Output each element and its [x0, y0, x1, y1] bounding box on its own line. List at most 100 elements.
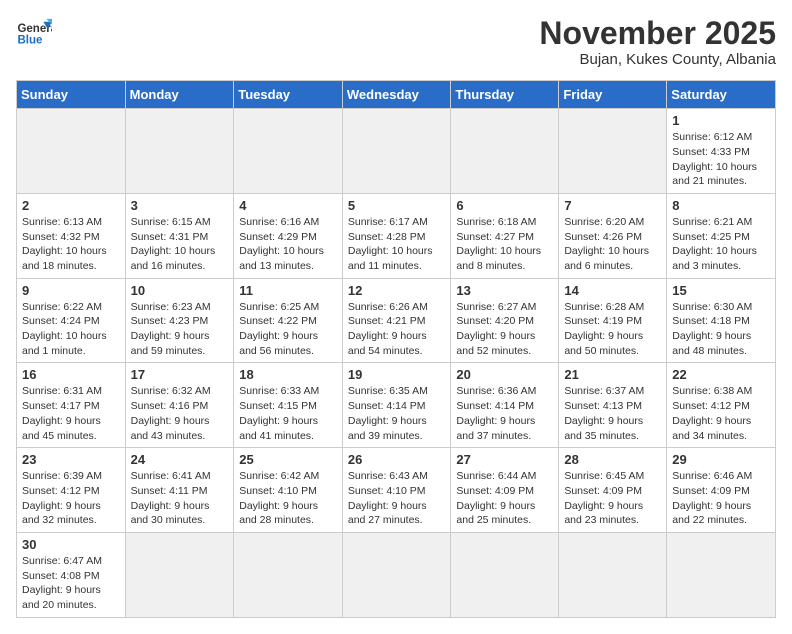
day-info: Sunrise: 6:26 AM Sunset: 4:21 PM Dayligh…	[348, 300, 446, 359]
calendar-cell: 25Sunrise: 6:42 AM Sunset: 4:10 PM Dayli…	[234, 448, 343, 533]
day-info: Sunrise: 6:36 AM Sunset: 4:14 PM Dayligh…	[456, 384, 553, 443]
calendar-table: SundayMondayTuesdayWednesdayThursdayFrid…	[16, 80, 776, 618]
calendar-cell	[125, 109, 234, 194]
day-info: Sunrise: 6:16 AM Sunset: 4:29 PM Dayligh…	[239, 215, 337, 274]
calendar-cell: 23 Sunrise: 6:39 AM Sunset: 4:12 PM Dayli…	[17, 448, 126, 533]
calendar-cell: 9 Sunrise: 6:22 AM Sunset: 4:24 PM Daylig…	[17, 278, 126, 363]
calendar-cell	[559, 532, 667, 617]
day-info: Sunrise: 6:25 AM Sunset: 4:22 PM Dayligh…	[239, 300, 337, 359]
calendar-cell: 24 Sunrise: 6:41 AM Sunset: 4:11 PM Dayli…	[125, 448, 234, 533]
calendar-cell: 29 Sunrise: 6:46 AM Sunset: 4:09 PM Dayli…	[667, 448, 776, 533]
day-info: Sunrise: 6:32 AM Sunset: 4:16 PM Dayligh…	[131, 384, 229, 443]
month-title: November 2025	[539, 16, 776, 51]
day-number: 16	[22, 367, 120, 382]
calendar-cell: 19 Sunrise: 6:35 AM Sunset: 4:14 PM Dayli…	[342, 363, 451, 448]
logo: General Blue	[16, 16, 52, 52]
calendar-week-row-5: 23 Sunrise: 6:39 AM Sunset: 4:12 PM Dayli…	[17, 448, 776, 533]
calendar-cell: 5 Sunrise: 6:17 AM Sunset: 4:28 PM Daylig…	[342, 193, 451, 278]
day-info: Sunrise: 6:47 AM Sunset: 4:08 PM Dayligh…	[22, 554, 120, 613]
day-info: Sunrise: 6:17 AM Sunset: 4:28 PM Dayligh…	[348, 215, 446, 274]
day-info: Sunrise: 6:43 AM Sunset: 4:10 PM Dayligh…	[348, 469, 446, 528]
calendar-week-row-2: 2 Sunrise: 6:13 AM Sunset: 4:32 PM Daylig…	[17, 193, 776, 278]
calendar-cell	[17, 109, 126, 194]
day-number: 9	[22, 283, 120, 298]
day-info: Sunrise: 6:12 AM Sunset: 4:33 PM Dayligh…	[672, 130, 770, 189]
calendar-cell: 17Sunrise: 6:32 AM Sunset: 4:16 PM Dayli…	[125, 363, 234, 448]
calendar-cell: 6Sunrise: 6:18 AM Sunset: 4:27 PM Daylig…	[451, 193, 559, 278]
calendar-cell: 22 Sunrise: 6:38 AM Sunset: 4:12 PM Dayli…	[667, 363, 776, 448]
calendar-cell: 2 Sunrise: 6:13 AM Sunset: 4:32 PM Daylig…	[17, 193, 126, 278]
logo-icon: General Blue	[16, 16, 52, 52]
day-number: 23	[22, 452, 120, 467]
calendar-cell	[234, 532, 343, 617]
day-info: Sunrise: 6:37 AM Sunset: 4:13 PM Dayligh…	[564, 384, 661, 443]
calendar-header-thursday: Thursday	[451, 81, 559, 109]
calendar-cell: 10 Sunrise: 6:23 AM Sunset: 4:23 PM Dayli…	[125, 278, 234, 363]
day-number: 2	[22, 198, 120, 213]
calendar-header-tuesday: Tuesday	[234, 81, 343, 109]
day-number: 24	[131, 452, 229, 467]
day-number: 3	[131, 198, 229, 213]
day-number: 5	[348, 198, 446, 213]
day-info: Sunrise: 6:20 AM Sunset: 4:26 PM Dayligh…	[564, 215, 661, 274]
day-number: 18	[239, 367, 337, 382]
day-info: Sunrise: 6:31 AM Sunset: 4:17 PM Dayligh…	[22, 384, 120, 443]
calendar-cell: 1Sunrise: 6:12 AM Sunset: 4:33 PM Daylig…	[667, 109, 776, 194]
day-info: Sunrise: 6:38 AM Sunset: 4:12 PM Dayligh…	[672, 384, 770, 443]
day-info: Sunrise: 6:18 AM Sunset: 4:27 PM Dayligh…	[456, 215, 553, 274]
calendar-cell: 28 Sunrise: 6:45 AM Sunset: 4:09 PM Dayli…	[559, 448, 667, 533]
calendar-cell: 20 Sunrise: 6:36 AM Sunset: 4:14 PM Dayli…	[451, 363, 559, 448]
calendar-cell: 12Sunrise: 6:26 AM Sunset: 4:21 PM Dayli…	[342, 278, 451, 363]
day-number: 19	[348, 367, 446, 382]
day-info: Sunrise: 6:46 AM Sunset: 4:09 PM Dayligh…	[672, 469, 770, 528]
day-info: Sunrise: 6:33 AM Sunset: 4:15 PM Dayligh…	[239, 384, 337, 443]
header: General Blue November 2025 Bujan, Kukes …	[16, 16, 776, 68]
day-info: Sunrise: 6:23 AM Sunset: 4:23 PM Dayligh…	[131, 300, 229, 359]
day-info: Sunrise: 6:41 AM Sunset: 4:11 PM Dayligh…	[131, 469, 229, 528]
title-section: November 2025 Bujan, Kukes County, Alban…	[539, 16, 776, 68]
day-number: 7	[564, 198, 661, 213]
calendar-cell: 13Sunrise: 6:27 AM Sunset: 4:20 PM Dayli…	[451, 278, 559, 363]
day-info: Sunrise: 6:22 AM Sunset: 4:24 PM Dayligh…	[22, 300, 120, 359]
day-number: 8	[672, 198, 770, 213]
day-number: 15	[672, 283, 770, 298]
day-info: Sunrise: 6:44 AM Sunset: 4:09 PM Dayligh…	[456, 469, 553, 528]
calendar-cell: 21Sunrise: 6:37 AM Sunset: 4:13 PM Dayli…	[559, 363, 667, 448]
calendar-week-row-1: 1Sunrise: 6:12 AM Sunset: 4:33 PM Daylig…	[17, 109, 776, 194]
day-number: 30	[22, 537, 120, 552]
day-number: 14	[564, 283, 661, 298]
calendar-cell	[451, 109, 559, 194]
calendar-cell: 3Sunrise: 6:15 AM Sunset: 4:31 PM Daylig…	[125, 193, 234, 278]
calendar-header-saturday: Saturday	[667, 81, 776, 109]
calendar-cell	[451, 532, 559, 617]
calendar-cell: 15Sunrise: 6:30 AM Sunset: 4:18 PM Dayli…	[667, 278, 776, 363]
calendar-header-friday: Friday	[559, 81, 667, 109]
day-number: 29	[672, 452, 770, 467]
calendar-week-row-3: 9 Sunrise: 6:22 AM Sunset: 4:24 PM Daylig…	[17, 278, 776, 363]
day-info: Sunrise: 6:21 AM Sunset: 4:25 PM Dayligh…	[672, 215, 770, 274]
calendar-cell: 16 Sunrise: 6:31 AM Sunset: 4:17 PM Dayli…	[17, 363, 126, 448]
calendar-cell	[125, 532, 234, 617]
calendar-cell	[342, 109, 451, 194]
calendar-cell: 8 Sunrise: 6:21 AM Sunset: 4:25 PM Daylig…	[667, 193, 776, 278]
day-number: 20	[456, 367, 553, 382]
calendar-header-sunday: Sunday	[17, 81, 126, 109]
calendar-cell: 30 Sunrise: 6:47 AM Sunset: 4:08 PM Dayli…	[17, 532, 126, 617]
calendar-cell: 4 Sunrise: 6:16 AM Sunset: 4:29 PM Daylig…	[234, 193, 343, 278]
calendar-cell: 26 Sunrise: 6:43 AM Sunset: 4:10 PM Dayli…	[342, 448, 451, 533]
day-number: 27	[456, 452, 553, 467]
day-info: Sunrise: 6:35 AM Sunset: 4:14 PM Dayligh…	[348, 384, 446, 443]
day-info: Sunrise: 6:45 AM Sunset: 4:09 PM Dayligh…	[564, 469, 661, 528]
day-number: 4	[239, 198, 337, 213]
calendar-cell: 27 Sunrise: 6:44 AM Sunset: 4:09 PM Dayli…	[451, 448, 559, 533]
day-info: Sunrise: 6:27 AM Sunset: 4:20 PM Dayligh…	[456, 300, 553, 359]
calendar-cell	[667, 532, 776, 617]
day-number: 28	[564, 452, 661, 467]
day-info: Sunrise: 6:39 AM Sunset: 4:12 PM Dayligh…	[22, 469, 120, 528]
day-info: Sunrise: 6:13 AM Sunset: 4:32 PM Dayligh…	[22, 215, 120, 274]
calendar-header-row: SundayMondayTuesdayWednesdayThursdayFrid…	[17, 81, 776, 109]
day-number: 26	[348, 452, 446, 467]
day-number: 22	[672, 367, 770, 382]
calendar-week-row-4: 16 Sunrise: 6:31 AM Sunset: 4:17 PM Dayli…	[17, 363, 776, 448]
day-number: 10	[131, 283, 229, 298]
